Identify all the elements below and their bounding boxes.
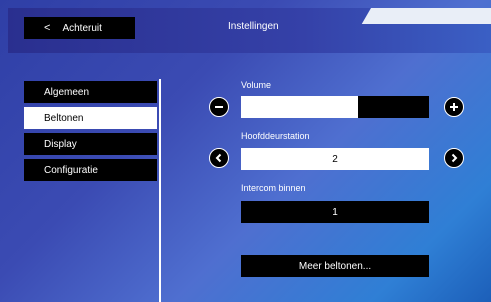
hoofddeur-value: 2 <box>332 153 338 165</box>
intercom-value-field[interactable]: 1 <box>241 201 429 223</box>
intercom-value: 1 <box>332 206 338 218</box>
chevron-right-icon <box>451 153 458 163</box>
hoofddeur-next-button[interactable] <box>444 148 464 168</box>
volume-increase-button[interactable] <box>444 97 464 117</box>
sidebar-item-label: Beltonen <box>44 112 84 124</box>
sidebar-item-display[interactable]: Display <box>24 133 157 155</box>
volume-slider[interactable] <box>241 96 429 118</box>
page-title: Instellingen <box>228 21 279 32</box>
more-ringtones-button[interactable]: Meer beltonen... <box>241 255 429 277</box>
hoofddeur-previous-button[interactable] <box>209 148 229 168</box>
volume-slider-fill <box>241 96 358 118</box>
minus-icon <box>215 106 223 108</box>
sidebar-divider <box>159 79 161 302</box>
hoofddeur-label: Hoofddeurstation <box>241 131 310 141</box>
plus-icon <box>450 103 458 111</box>
intercom-label: Intercom binnen <box>241 183 306 193</box>
volume-decrease-button[interactable] <box>209 97 229 117</box>
hoofddeur-value-field[interactable]: 2 <box>241 148 429 170</box>
sidebar-item-algemeen[interactable]: Algemeen <box>24 81 157 103</box>
sidebar-item-label: Configuratie <box>44 164 98 176</box>
back-button[interactable]: < Achteruit <box>24 17 135 39</box>
header-corner-decoration <box>361 8 491 24</box>
volume-label: Volume <box>241 80 272 90</box>
sidebar-item-label: Display <box>44 138 77 150</box>
chevron-left-icon: < <box>44 22 51 34</box>
back-button-label: Achteruit <box>62 22 102 34</box>
sidebar-item-label: Algemeen <box>44 86 90 98</box>
sidebar-item-configuratie[interactable]: Configuratie <box>24 159 157 181</box>
more-ringtones-label: Meer beltonen... <box>298 260 372 272</box>
sidebar-item-beltonen[interactable]: Beltonen <box>24 107 157 129</box>
chevron-left-icon <box>215 153 222 163</box>
